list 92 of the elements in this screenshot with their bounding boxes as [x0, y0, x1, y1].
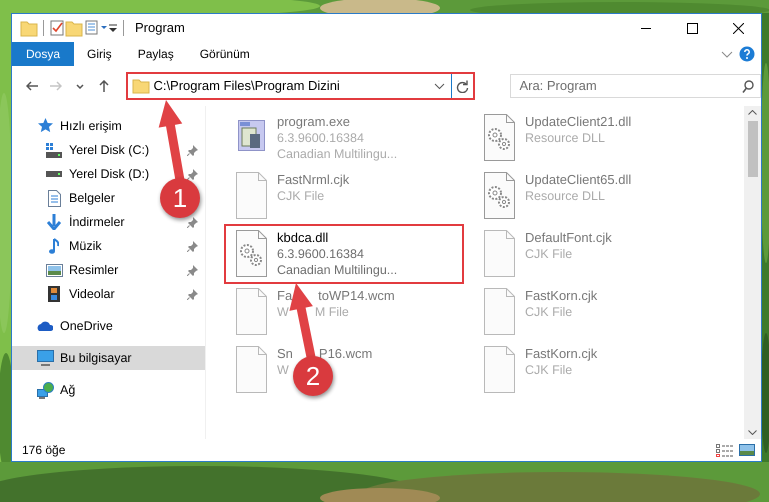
- window-title: Program: [135, 19, 185, 38]
- file-details: 6.3.9600.16384: [277, 246, 364, 262]
- scroll-thumb[interactable]: [748, 121, 758, 177]
- file-icon[interactable]: [484, 230, 515, 277]
- file-name: FastKorn.cjk: [525, 288, 598, 304]
- search-icon[interactable]: [742, 80, 754, 92]
- file-details: M File: [314, 304, 349, 320]
- file-details: CJK File: [525, 362, 572, 378]
- sidebar-item[interactable]: Hızlı erişim: [36, 116, 122, 136]
- computer-icon: [36, 350, 54, 366]
- pin-icon[interactable]: [187, 264, 198, 276]
- pin-icon[interactable]: [187, 144, 198, 156]
- file-icon[interactable]: [236, 346, 267, 393]
- file-name: UpdateClient65.dll: [525, 172, 632, 188]
- file-name: Sn: [277, 346, 293, 362]
- file-name: DefaultFont.cjk: [525, 230, 612, 246]
- close-icon[interactable]: [732, 22, 744, 34]
- star-icon: [36, 118, 54, 134]
- file-details: CJK File: [525, 304, 572, 320]
- refresh-icon[interactable]: [456, 80, 470, 92]
- file-details: W: [277, 304, 289, 320]
- scroll-down-icon[interactable]: [748, 430, 757, 435]
- file-details: Resource DLL: [525, 188, 605, 204]
- file-details: Canadian Multilingu...: [277, 146, 398, 162]
- sidebar-item[interactable]: Yerel Disk (D:): [45, 164, 150, 184]
- search-box[interactable]: Ara: Program: [510, 74, 761, 98]
- pin-icon[interactable]: [187, 288, 198, 300]
- music-note-icon: [49, 238, 59, 254]
- item-count: 176 öğe: [22, 442, 66, 459]
- properties-icon[interactable]: [49, 19, 65, 37]
- address-bar[interactable]: C:\Program Files\Program Dizini: [127, 73, 474, 99]
- folder-icon: [132, 78, 150, 94]
- maximize-icon[interactable]: [686, 22, 698, 34]
- file-name: FastKorn.cjk: [525, 346, 598, 362]
- pin-icon[interactable]: [187, 216, 198, 228]
- details-view-icon[interactable]: [716, 444, 733, 456]
- file-details: W: [277, 362, 289, 378]
- film-icon: [48, 286, 60, 302]
- back-arrow-icon[interactable]: [26, 81, 38, 91]
- up-arrow-icon[interactable]: [98, 80, 108, 92]
- search-input[interactable]: Ara: Program: [511, 76, 742, 96]
- file-name: UpdateClient21.dll: [525, 114, 632, 130]
- picture-icon: [46, 264, 62, 276]
- file-icon[interactable]: [236, 172, 267, 219]
- chevron-icon[interactable]: [721, 50, 733, 58]
- file-name: program.exe: [277, 114, 350, 130]
- scrollbar[interactable]: [744, 106, 761, 439]
- drive-icon: [46, 142, 62, 158]
- customize-caret-icon[interactable]: [108, 24, 118, 32]
- sidebar-item[interactable]: Videolar: [45, 284, 115, 304]
- ribbon-tab[interactable]: Paylaş: [124, 42, 187, 66]
- sidebar-item[interactable]: Ağ: [36, 380, 76, 400]
- gear-file-icon[interactable]: [236, 230, 267, 277]
- pin-icon[interactable]: [187, 240, 198, 252]
- file-name: FastNrml.cjk: [277, 172, 350, 188]
- file-details: CJK File: [277, 188, 324, 204]
- file-icon[interactable]: [484, 288, 515, 335]
- sidebar-item[interactable]: Resimler: [45, 260, 118, 280]
- drive-icon: [46, 171, 62, 177]
- sidebar-item[interactable]: Yerel Disk (C:): [45, 140, 150, 160]
- ribbon-tab[interactable]: Dosya: [12, 42, 74, 66]
- sidebar-item[interactable]: Müzik: [45, 236, 102, 256]
- sidebar-item[interactable]: Belgeler: [45, 188, 115, 208]
- file-details: 6.3.9600.16384: [277, 130, 364, 146]
- caret-icon[interactable]: [76, 84, 84, 88]
- file-details: Resource DLL: [525, 130, 605, 146]
- ribbon-tab[interactable]: Görünüm: [186, 42, 263, 66]
- scroll-up-icon[interactable]: [748, 110, 757, 115]
- gear-file-icon[interactable]: [484, 114, 515, 161]
- cloud-icon: [37, 321, 53, 331]
- file-icon[interactable]: [236, 288, 267, 335]
- download-icon: [47, 214, 61, 230]
- file-name: Fa: [277, 288, 292, 304]
- dropdown-icon[interactable]: [434, 82, 446, 90]
- file-name: kbdca.dll: [277, 230, 328, 246]
- network-icon: [36, 382, 54, 398]
- pin-icon[interactable]: [187, 168, 198, 180]
- sidebar-item[interactable]: Bu bilgisayar: [12, 346, 205, 370]
- checklist-icon[interactable]: [85, 20, 108, 36]
- file-name: toWP14.wcm: [318, 288, 395, 304]
- new-folder-icon[interactable]: [65, 20, 85, 36]
- sidebar-item[interactable]: İndirmeler: [45, 212, 125, 232]
- ribbon-tab[interactable]: Giriş: [74, 42, 125, 66]
- sidebar-item[interactable]: OneDrive: [36, 316, 113, 336]
- document-icon: [48, 190, 60, 206]
- large-icons-view-icon[interactable]: [739, 444, 755, 456]
- gear-file-icon[interactable]: [484, 172, 515, 219]
- folder-icon[interactable]: [20, 20, 38, 36]
- file-details: Canadian Multilingu...: [277, 262, 398, 278]
- file-icon[interactable]: [484, 346, 515, 393]
- file-details: CJK File: [525, 246, 572, 262]
- help-icon[interactable]: [739, 46, 755, 62]
